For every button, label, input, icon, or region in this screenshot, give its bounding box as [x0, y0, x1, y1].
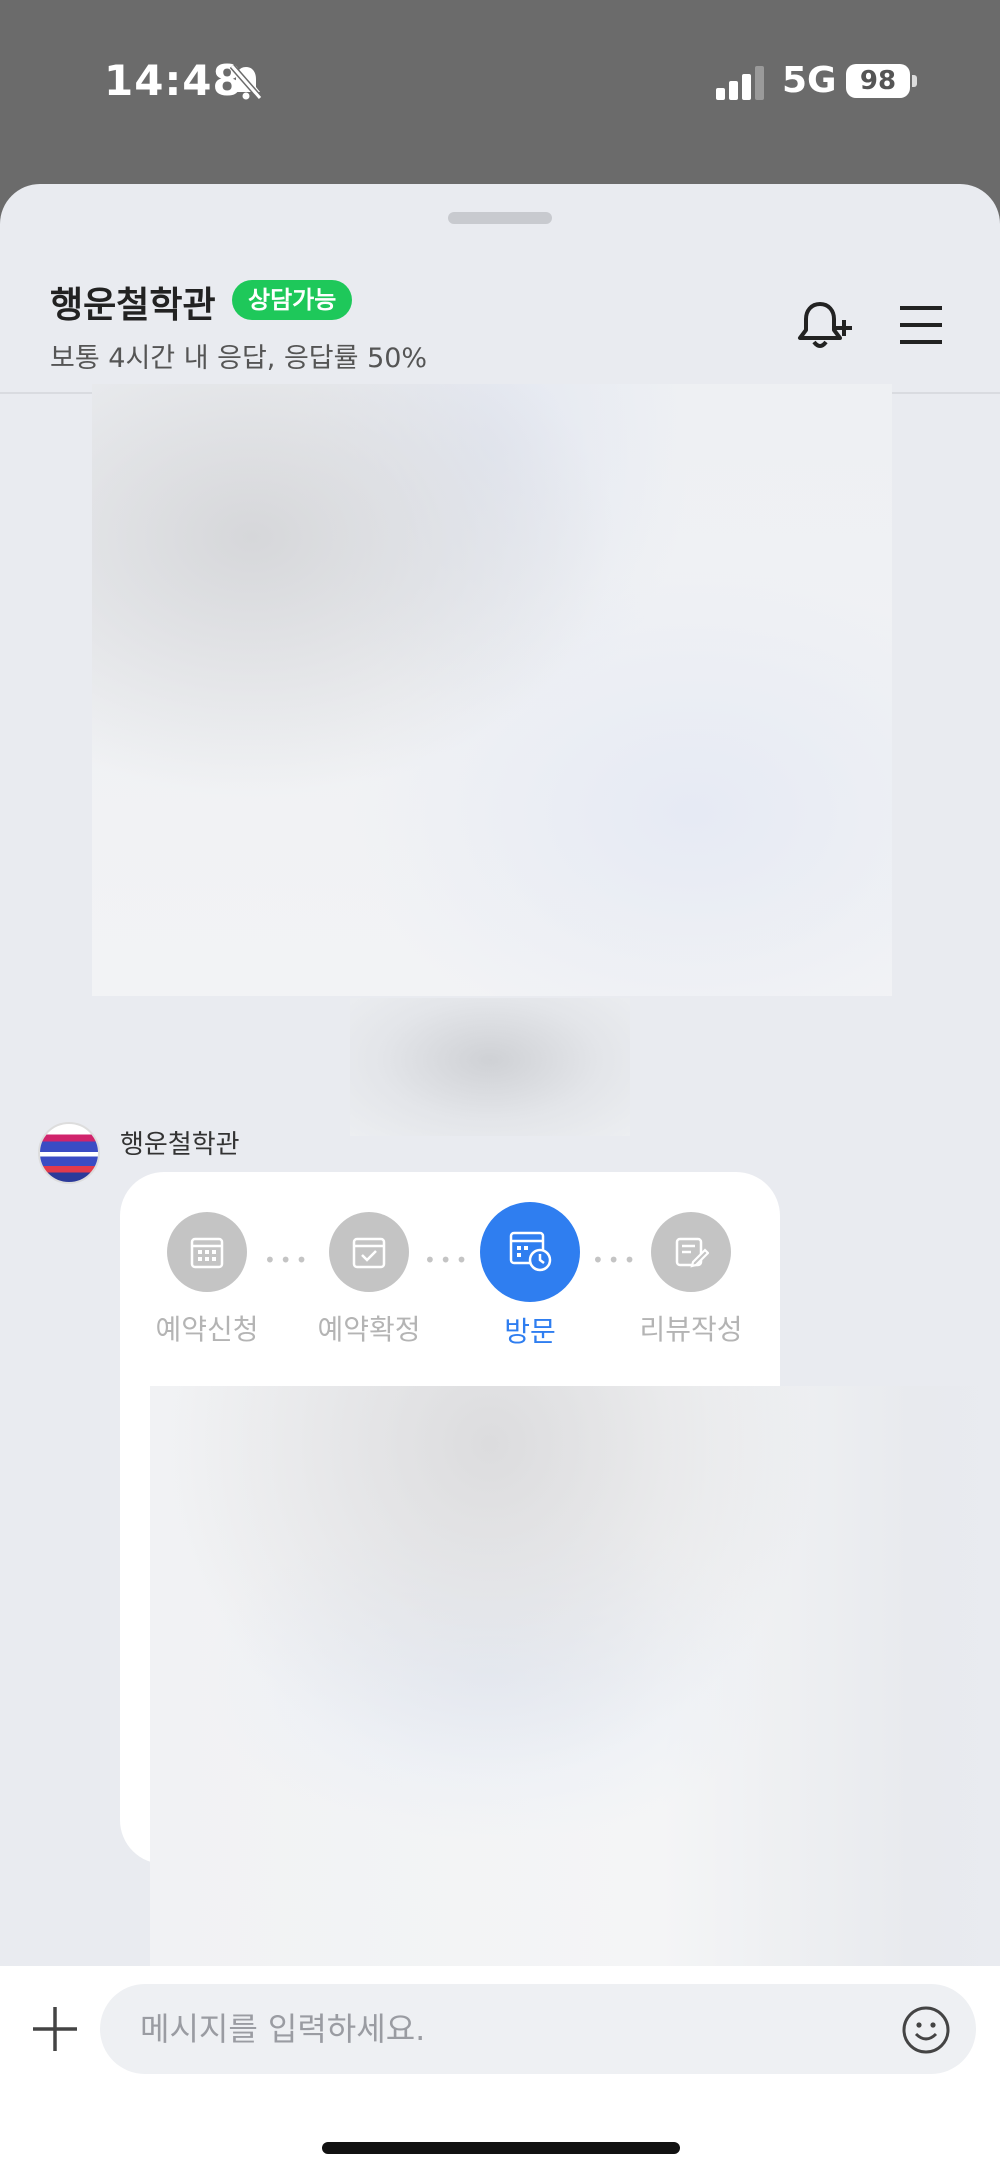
step-reservation-confirmed: 예약확정 — [294, 1212, 444, 1348]
status-bar: 14:48 5G 98 — [0, 0, 1000, 170]
blurred-image-message[interactable] — [92, 384, 892, 996]
bell-off-icon — [229, 64, 263, 100]
network-type: 5G — [782, 60, 837, 101]
calendar-grid-icon — [190, 1237, 224, 1269]
blurred-image-thumbnail[interactable] — [350, 998, 630, 1136]
step-circle — [329, 1212, 409, 1292]
sheet-grabber[interactable] — [448, 212, 552, 224]
step-visit: 방문 — [455, 1202, 605, 1350]
calendar-check-icon — [352, 1237, 386, 1269]
sender-name: 행운철학관 — [120, 1130, 240, 1160]
add-attachment-button[interactable] — [30, 2004, 80, 2054]
signal-icon — [716, 66, 764, 100]
step-circle — [167, 1212, 247, 1292]
avatar[interactable] — [38, 1122, 100, 1184]
home-indicator[interactable] — [322, 2142, 680, 2154]
step-label: 예약신청 — [155, 1313, 259, 1346]
step-label-active: 방문 — [504, 1315, 556, 1348]
notification-add-icon[interactable] — [790, 294, 854, 358]
status-badge: 상담가능 — [232, 280, 353, 320]
calendar-clock-icon — [509, 1231, 552, 1272]
status-time: 14:48 — [104, 56, 243, 105]
step-label: 예약확정 — [317, 1313, 421, 1346]
response-info: 보통 4시간 내 응답, 응답률 50% — [50, 343, 428, 374]
message-input[interactable] — [100, 1984, 976, 2074]
step-circle-active — [480, 1202, 580, 1302]
edit-note-icon — [675, 1237, 709, 1268]
step-label: 리뷰작성 — [639, 1313, 743, 1346]
emoji-icon[interactable] — [900, 2004, 952, 2056]
menu-icon[interactable] — [896, 300, 946, 350]
blurred-image-card-content[interactable] — [150, 1386, 1000, 1966]
step-reservation-request: 예약신청 — [132, 1212, 282, 1348]
step-circle — [651, 1212, 731, 1292]
chat-title: 행운철학관 — [50, 285, 216, 326]
battery-level: 98 — [846, 64, 910, 98]
step-write-review: 리뷰작성 — [616, 1212, 766, 1348]
battery-icon — [912, 75, 917, 87]
